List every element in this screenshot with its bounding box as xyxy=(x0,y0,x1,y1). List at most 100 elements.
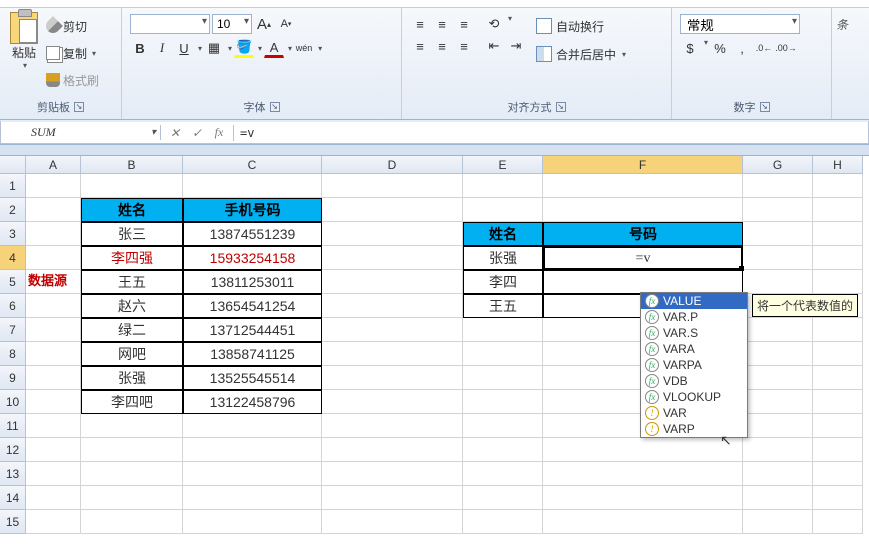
font-name-combo[interactable] xyxy=(130,14,210,34)
cell-A13[interactable] xyxy=(26,462,81,486)
cell-G3[interactable] xyxy=(743,222,813,246)
align-bottom-button[interactable]: ≡ xyxy=(454,14,474,34)
align-top-button[interactable]: ≡ xyxy=(410,14,430,34)
cell-H8[interactable] xyxy=(813,342,863,366)
row-header-4[interactable]: 4 xyxy=(0,246,26,270)
bold-button[interactable]: B xyxy=(130,38,150,58)
cell-C1[interactable] xyxy=(183,174,322,198)
cell-A12[interactable] xyxy=(26,438,81,462)
cell-A15[interactable] xyxy=(26,510,81,534)
cell-B6[interactable]: 赵六 xyxy=(81,294,183,318)
cell-H5[interactable] xyxy=(813,270,863,294)
cell-C8[interactable]: 13858741125 xyxy=(183,342,322,366)
cell-A2[interactable] xyxy=(26,198,81,222)
align-center-button[interactable]: ≡ xyxy=(432,36,452,56)
cell-C12[interactable] xyxy=(183,438,322,462)
cell-D7[interactable] xyxy=(322,318,463,342)
cell-E8[interactable] xyxy=(463,342,543,366)
row-header-2[interactable]: 2 xyxy=(0,198,26,222)
cell-D9[interactable] xyxy=(322,366,463,390)
cell-A6[interactable] xyxy=(26,294,81,318)
cell-E3[interactable]: 姓名 xyxy=(463,222,543,246)
col-header-H[interactable]: H xyxy=(813,156,863,174)
cell-C6[interactable]: 13654541254 xyxy=(183,294,322,318)
cell-H10[interactable] xyxy=(813,390,863,414)
cell-B14[interactable] xyxy=(81,486,183,510)
cell-B4[interactable]: 李四强 xyxy=(81,246,183,270)
align-right-button[interactable]: ≡ xyxy=(454,36,474,56)
cell-E13[interactable] xyxy=(463,462,543,486)
underline-button[interactable]: U xyxy=(174,38,194,58)
cell-D2[interactable] xyxy=(322,198,463,222)
decrease-font-button[interactable]: A▾ xyxy=(276,14,296,34)
autocomplete-item[interactable]: fxVDB xyxy=(641,373,747,389)
cell-C2[interactable]: 手机号码 xyxy=(183,198,322,222)
cell-E10[interactable] xyxy=(463,390,543,414)
cell-E1[interactable] xyxy=(463,174,543,198)
row-header-7[interactable]: 7 xyxy=(0,318,26,342)
decrease-decimal-button[interactable]: .00→ xyxy=(776,38,796,58)
percent-button[interactable]: % xyxy=(710,38,730,58)
row-header-1[interactable]: 1 xyxy=(0,174,26,198)
cell-H12[interactable] xyxy=(813,438,863,462)
cell-B7[interactable]: 绿二 xyxy=(81,318,183,342)
decrease-indent-button[interactable]: ⇤ xyxy=(484,36,504,56)
col-header-A[interactable]: A xyxy=(26,156,81,174)
copy-button[interactable]: 复制▾ xyxy=(46,41,99,65)
name-box[interactable]: SUM xyxy=(1,125,161,140)
autocomplete-item[interactable]: fxVAR.S xyxy=(641,325,747,341)
font-size-combo[interactable] xyxy=(212,14,252,34)
autocomplete-item[interactable]: !VAR xyxy=(641,405,747,421)
font-color-button[interactable]: A xyxy=(264,38,284,58)
cell-E4[interactable]: 张强 xyxy=(463,246,543,270)
cell-F14[interactable] xyxy=(543,486,743,510)
cell-H4[interactable] xyxy=(813,246,863,270)
increase-indent-button[interactable]: ⇥ xyxy=(506,36,526,56)
alignment-dialog-launcher[interactable]: ↘ xyxy=(556,102,566,112)
cell-H9[interactable] xyxy=(813,366,863,390)
cell-D1[interactable] xyxy=(322,174,463,198)
cell-G1[interactable] xyxy=(743,174,813,198)
cell-E11[interactable] xyxy=(463,414,543,438)
cell-G15[interactable] xyxy=(743,510,813,534)
cancel-formula-button[interactable]: ✕ xyxy=(167,125,183,141)
italic-button[interactable]: I xyxy=(152,38,172,58)
cell-E6[interactable]: 王五 xyxy=(463,294,543,318)
cell-H2[interactable] xyxy=(813,198,863,222)
cell-F12[interactable] xyxy=(543,438,743,462)
autocomplete-item[interactable]: fxVALUE xyxy=(641,293,747,309)
cell-E7[interactable] xyxy=(463,318,543,342)
cell-G12[interactable] xyxy=(743,438,813,462)
cell-H7[interactable] xyxy=(813,318,863,342)
insert-function-button[interactable]: fx xyxy=(211,125,227,141)
col-header-D[interactable]: D xyxy=(322,156,463,174)
cell-D3[interactable] xyxy=(322,222,463,246)
cell-C7[interactable]: 13712544451 xyxy=(183,318,322,342)
cell-C3[interactable]: 13874551239 xyxy=(183,222,322,246)
cell-H1[interactable] xyxy=(813,174,863,198)
col-header-G[interactable]: G xyxy=(743,156,813,174)
cell-G9[interactable] xyxy=(743,366,813,390)
cell-A9[interactable] xyxy=(26,366,81,390)
cell-F5[interactable] xyxy=(543,270,743,294)
paste-button[interactable]: 粘贴 xyxy=(12,44,36,61)
row-header-5[interactable]: 5 xyxy=(0,270,26,294)
autocomplete-item[interactable]: !VARP xyxy=(641,421,747,437)
fill-color-button[interactable]: 🪣 xyxy=(234,38,254,58)
merge-center-button[interactable]: 合并后居中▾ xyxy=(536,42,626,66)
cell-D13[interactable] xyxy=(322,462,463,486)
cell-C13[interactable] xyxy=(183,462,322,486)
cell-C15[interactable] xyxy=(183,510,322,534)
number-dialog-launcher[interactable]: ↘ xyxy=(760,102,770,112)
row-header-9[interactable]: 9 xyxy=(0,366,26,390)
cell-B13[interactable] xyxy=(81,462,183,486)
wrap-text-button[interactable]: 自动换行 xyxy=(536,14,626,38)
clipboard-dialog-launcher[interactable]: ↘ xyxy=(74,102,84,112)
enter-formula-button[interactable]: ✓ xyxy=(189,125,205,141)
phonetic-button[interactable]: wén xyxy=(294,38,314,58)
increase-decimal-button[interactable]: .0← xyxy=(754,38,774,58)
cell-D11[interactable] xyxy=(322,414,463,438)
cut-button[interactable]: 剪切 xyxy=(46,14,99,38)
paste-dropdown[interactable]: ▾ xyxy=(23,61,27,70)
cell-G11[interactable] xyxy=(743,414,813,438)
